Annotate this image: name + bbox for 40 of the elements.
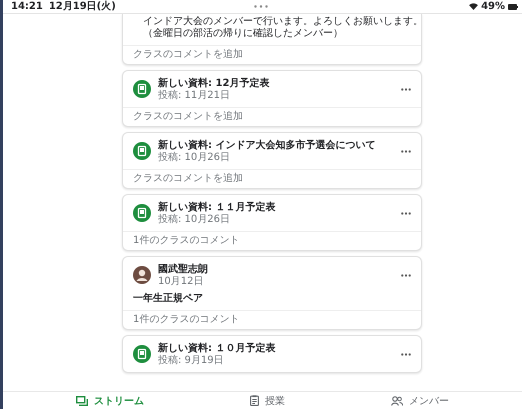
post-date: 10月12日 bbox=[158, 276, 204, 288]
post-date: 投稿: 11月21日 bbox=[158, 90, 231, 102]
material-icon bbox=[133, 345, 151, 363]
clipboard-icon bbox=[250, 395, 259, 406]
more-icon[interactable] bbox=[401, 274, 411, 276]
post-title[interactable]: 新しい資料: 12月予定表 bbox=[158, 76, 394, 90]
more-icon[interactable] bbox=[401, 212, 411, 214]
post-date: 投稿: 10月26日 bbox=[158, 214, 231, 226]
material-icon bbox=[133, 204, 151, 222]
post-text: インドア大会のメンバーで行います。よろしくお願いします。 bbox=[143, 16, 415, 28]
more-icon[interactable] bbox=[401, 150, 411, 152]
post-date: 投稿: 10月26日 bbox=[158, 152, 231, 164]
people-icon bbox=[391, 396, 403, 406]
nav-tab[interactable]: 授業 bbox=[246, 394, 289, 408]
class-comment-link[interactable]: クラスのコメントを追加 bbox=[133, 111, 243, 122]
wifi-icon bbox=[469, 3, 478, 10]
class-comment-link[interactable]: クラスのコメントを追加 bbox=[133, 173, 243, 184]
status-time: 14:21 bbox=[11, 0, 43, 12]
post-title[interactable]: 新しい資料: １１月予定表 bbox=[158, 200, 394, 214]
class-comment-link[interactable]: クラスのコメントを追加 bbox=[133, 49, 243, 60]
material-icon bbox=[133, 142, 151, 160]
more-icon[interactable] bbox=[254, 5, 268, 8]
nav-tab[interactable]: ストリーム bbox=[72, 394, 148, 408]
status-date: 12月19日(火) bbox=[48, 0, 116, 12]
battery-icon bbox=[508, 4, 518, 10]
nav-tab[interactable]: メンバー bbox=[387, 394, 453, 408]
more-icon[interactable] bbox=[401, 88, 411, 90]
post-title[interactable]: 新しい資料: １０月予定表 bbox=[158, 342, 394, 354]
avatar-icon bbox=[133, 266, 151, 284]
class-comment-link[interactable]: 1件のクラスのコメント bbox=[133, 235, 240, 246]
stream-icon bbox=[76, 396, 88, 406]
post-text: （金曜日の部活の帰りに確認したメンバー） bbox=[143, 28, 344, 40]
author-name: 國武聖志朗 bbox=[158, 262, 209, 276]
material-icon bbox=[133, 80, 151, 98]
class-comment-link[interactable]: 1件のクラスのコメント bbox=[133, 314, 240, 325]
more-icon[interactable] bbox=[401, 352, 411, 356]
post-date: 投稿: 9月19日 bbox=[158, 354, 225, 366]
post-text: 一年生正規ペア bbox=[133, 293, 204, 305]
battery-percent: 49% bbox=[481, 0, 505, 12]
post-title[interactable]: 新しい資料: インドア大会知多市予選会について bbox=[158, 138, 394, 152]
